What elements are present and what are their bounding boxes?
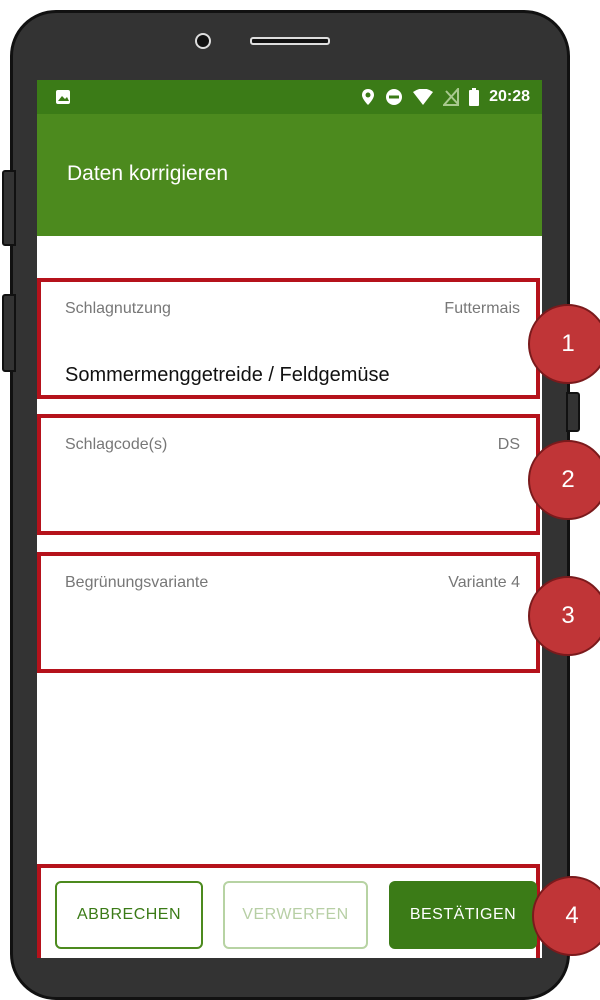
front-camera — [195, 33, 211, 49]
callout-badge-3: 3 — [528, 576, 600, 656]
volume-up-button — [2, 170, 16, 246]
discard-button[interactable]: VERWERFEN — [223, 881, 368, 949]
field-label: Schlagcode(s) — [65, 436, 168, 453]
callout-badge-2: 2 — [528, 440, 600, 520]
page-title: Daten korrigieren — [67, 162, 229, 185]
battery-icon — [469, 88, 480, 106]
status-bar: 20:28 — [37, 80, 542, 114]
confirm-button[interactable]: BESTÄTIGEN — [389, 881, 537, 949]
field-schlagnutzung[interactable]: Schlagnutzung Futtermais Sommermenggetre… — [37, 278, 540, 399]
field-schlagcode[interactable]: Schlagcode(s) DS — [37, 414, 540, 535]
wifi-icon — [413, 89, 434, 105]
field-value[interactable]: Sommermenggetreide / Feldgemüse — [65, 364, 390, 387]
field-previous-value: DS — [497, 436, 520, 453]
image-icon — [56, 90, 70, 104]
location-icon — [362, 89, 375, 105]
earpiece-speaker — [250, 37, 330, 45]
callout-badge-1: 1 — [528, 304, 600, 384]
field-begruenungsvariante[interactable]: Begrünungsvariante Variante 4 — [37, 552, 540, 673]
status-time: 20:28 — [489, 88, 530, 105]
field-previous-value: Variante 4 — [448, 574, 520, 591]
field-label: Schlagnutzung — [65, 300, 171, 317]
app-screen: 20:28 Daten korrigieren Schlagnutzung Fu… — [37, 80, 542, 958]
do-not-disturb-icon — [386, 89, 403, 105]
no-sim-icon — [443, 88, 460, 106]
action-bar: ABBRECHEN VERWERFEN BESTÄTIGEN — [37, 864, 540, 958]
volume-down-button — [2, 294, 16, 372]
app-bar: Daten korrigieren — [37, 114, 542, 236]
cancel-button[interactable]: ABBRECHEN — [55, 881, 203, 949]
power-button — [566, 392, 580, 432]
field-label: Begrünungsvariante — [65, 574, 209, 591]
field-previous-value: Futtermais — [444, 300, 520, 317]
